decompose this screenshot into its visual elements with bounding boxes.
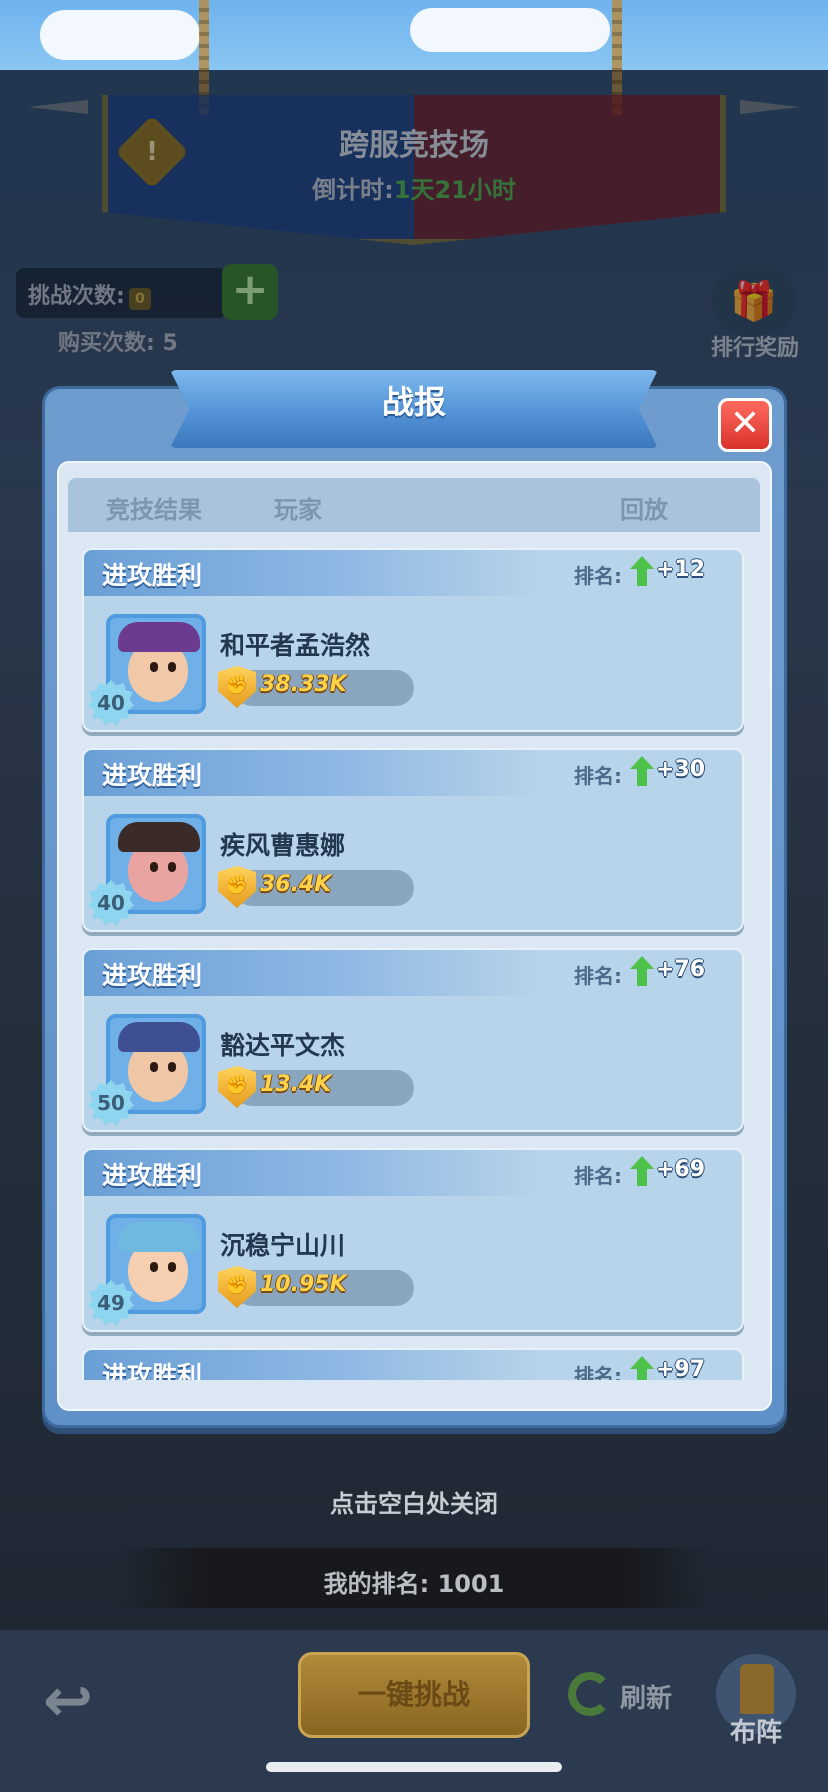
back-arrow-icon[interactable]: ↩ [28, 1666, 108, 1736]
my-rank: 我的排名: 1001 [323, 1570, 505, 1598]
battle-result: 进攻胜利 [102, 561, 203, 590]
player-name: 沉稳宁山川 [220, 1231, 346, 1260]
combat-power: 13.4K [260, 1072, 332, 1097]
rank-change: +69 [656, 1157, 706, 1182]
report-card[interactable]: 进攻胜利 排名: +69 49 沉稳宁山川 ✊ 10.95K [82, 1148, 744, 1332]
modal-title: 战报 [381, 383, 446, 421]
column-header: 竞技结果 玩家 回放 [68, 478, 760, 532]
report-card[interactable]: 进攻胜利 排名: +30 40 疾风曹惠娜 ✊ 36.4K [82, 748, 744, 932]
report-card[interactable]: 进攻胜利 排名: +76 50 豁达平文杰 ✊ 13.4K [82, 948, 744, 1132]
player-name: 疾风曹惠娜 [220, 831, 346, 860]
report-card[interactable]: 进攻胜利 排名: +97 [82, 1348, 744, 1380]
rank-up-arrow-icon [630, 956, 654, 986]
player-name: 豁达平文杰 [220, 1031, 346, 1060]
home-indicator[interactable] [266, 1762, 562, 1772]
battle-result: 进攻胜利 [102, 1161, 203, 1190]
column-player: 玩家 [274, 496, 322, 524]
rank-label: 排名: [574, 964, 622, 988]
one-click-challenge-button[interactable]: 一键挑战 [298, 1652, 530, 1738]
combat-power: 38.33K [260, 672, 347, 697]
rank-label: 排名: [574, 764, 622, 788]
column-result: 竞技结果 [106, 496, 202, 524]
rank-change: +76 [656, 957, 706, 982]
rank-label: 排名: [574, 1164, 622, 1188]
refresh-icon[interactable] [568, 1672, 612, 1716]
column-replay: 回放 [620, 496, 668, 524]
rank-change: +30 [656, 757, 706, 782]
rank-label: 排名: [574, 564, 622, 588]
refresh-label[interactable]: 刷新 [620, 1678, 672, 1715]
rank-up-arrow-icon [630, 1356, 654, 1380]
rank-up-arrow-icon [630, 556, 654, 586]
report-card[interactable]: 进攻胜利 排名: +12 40 和平者孟浩然 ✊ 38.33K [82, 548, 744, 732]
player-name: 和平者孟浩然 [220, 631, 371, 660]
cloud [40, 10, 200, 60]
close-hint: 点击空白处关闭 [330, 1490, 498, 1518]
rank-label: 排名: [574, 1364, 622, 1380]
cloud [410, 8, 610, 52]
battle-result: 进攻胜利 [102, 761, 203, 790]
combat-power: 36.4K [260, 872, 332, 897]
battle-report-list[interactable]: 进攻胜利 排名: +12 40 和平者孟浩然 ✊ 38.33K 进攻胜利 排名: +30 40 疾风曹… [82, 548, 744, 1380]
combat-power: 10.95K [260, 1272, 347, 1297]
rank-change: +97 [656, 1357, 706, 1380]
close-button[interactable]: ✕ [718, 398, 772, 452]
rank-change: +12 [656, 557, 706, 582]
tower-icon [740, 1664, 774, 1714]
formation-label[interactable]: 布阵 [716, 1712, 796, 1749]
battle-result: 进攻胜利 [102, 1361, 203, 1380]
rank-up-arrow-icon [630, 1156, 654, 1186]
battle-result: 进攻胜利 [102, 961, 203, 990]
rank-up-arrow-icon [630, 756, 654, 786]
